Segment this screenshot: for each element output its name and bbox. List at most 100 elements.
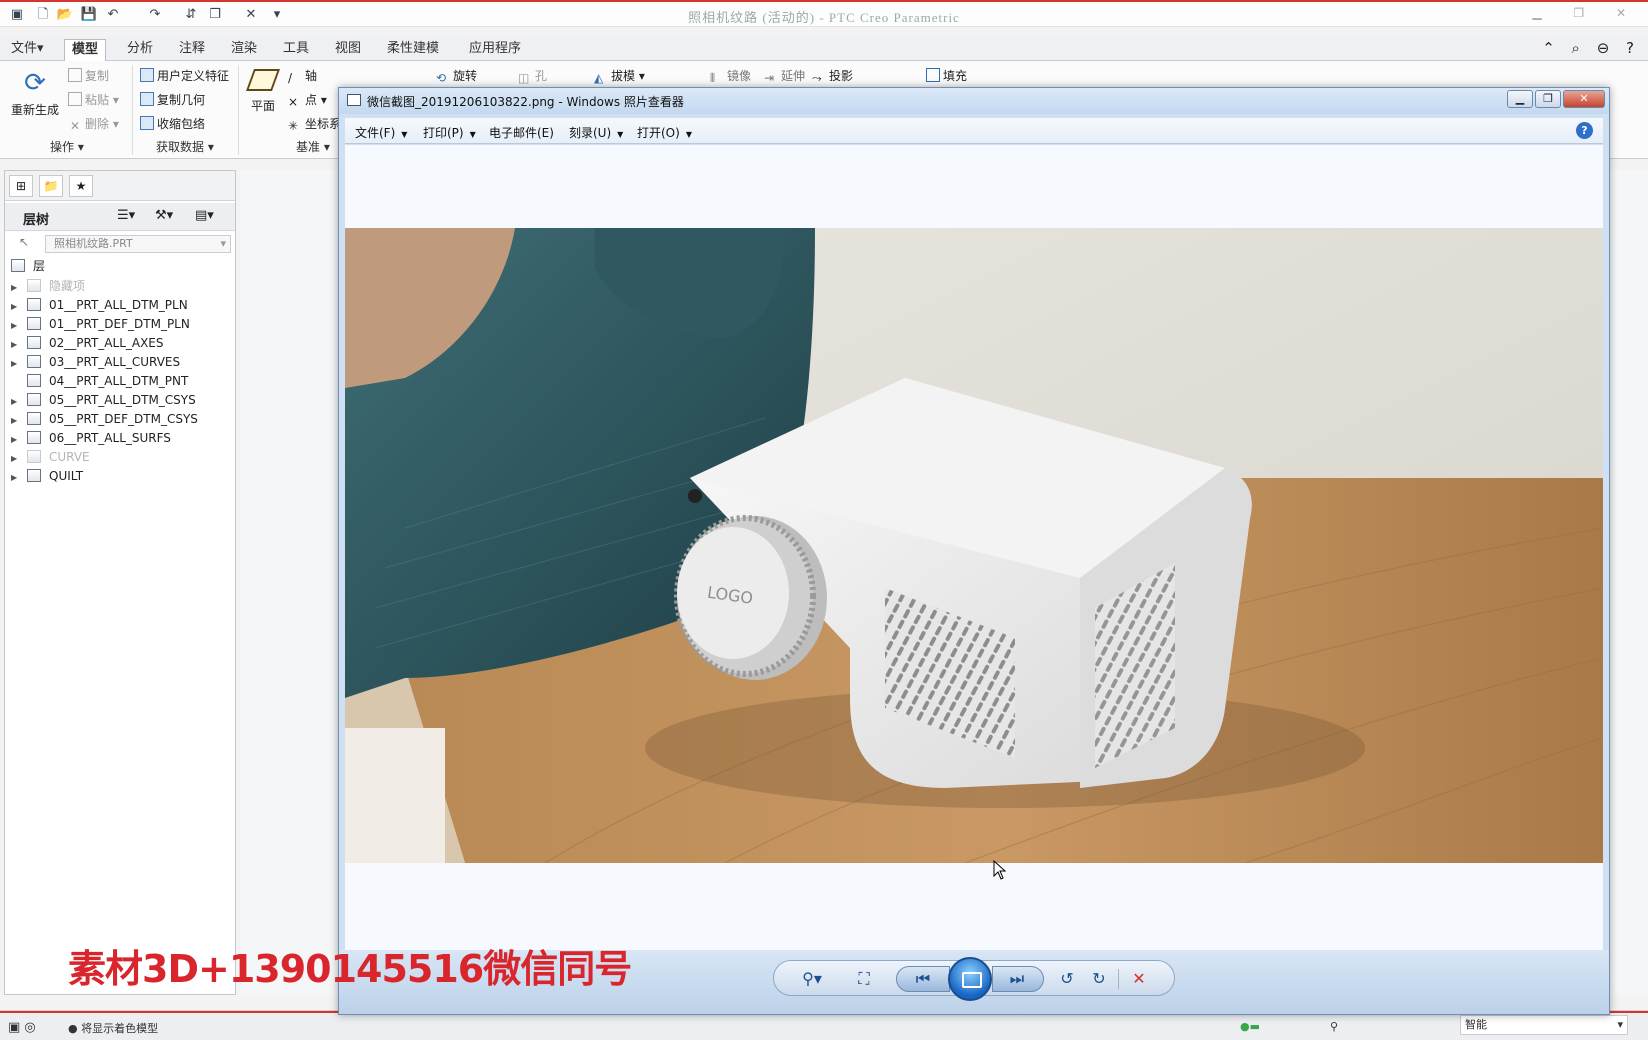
plane-button[interactable]: 平面 [245,65,281,114]
layers-icon[interactable]: ☰▾ [117,208,135,223]
layer-item[interactable]: 04__PRT_ALL_DTM_PNT [11,372,188,391]
revolve-button[interactable]: ⟲ 旋转 [436,67,477,85]
group-get-data[interactable]: 获取数据 ▾ [156,138,214,155]
expand-arrow-icon[interactable]: ▶ [11,354,23,373]
layer-item-label: CURVE [49,450,90,464]
mirror-button[interactable]: ⫴ 镜像 [710,67,751,85]
rotate-counterclockwise-icon[interactable]: ↺ [1054,967,1080,991]
expand-arrow-icon[interactable]: ▶ [11,449,23,468]
slideshow-button[interactable] [948,957,992,1001]
fill-button[interactable]: 填充 [926,67,967,84]
menu-burn[interactable]: 刻录(U) ▼ [569,124,623,141]
next-button[interactable]: ⏭ [992,966,1044,992]
minimize-button[interactable]: ▁ [1507,90,1533,108]
shrinkwrap-button[interactable]: 收缩包络 [140,115,205,132]
group-datum[interactable]: 基准 ▾ [296,138,330,155]
menu-print[interactable]: 打印(P) ▼ [423,124,476,141]
zoom-icon[interactable]: ⚲▾ [796,967,828,991]
regenerate-icon: ⟳ [24,68,46,98]
layer-item[interactable]: ▶ 03__PRT_ALL_CURVES [11,353,180,372]
tab-tools[interactable]: 工具 [276,39,316,61]
layer-item[interactable]: ▶ 01__PRT_ALL_DTM_PLN [11,296,188,315]
project-button[interactable]: ⤳ 投影 [812,67,853,85]
layer-properties-icon[interactable]: ⚒▾ [155,208,173,223]
draft-button[interactable]: ◭ 拔模 ▾ [594,67,645,85]
find-icon[interactable]: ⚲ [1330,1020,1338,1033]
point-button[interactable]: × 点 ▾ [288,91,327,109]
active-model-select[interactable]: 照相机纹路.PRT ▾ [45,235,231,253]
show-options-icon[interactable]: ▤▾ [195,208,214,223]
udf-button[interactable]: 用户定义特征 [140,67,229,84]
axis-button[interactable]: / 轴 [288,67,317,85]
project-icon: ⤳ [812,71,822,85]
layer-item[interactable]: ▶ 01__PRT_DEF_DTM_PLN [11,315,190,334]
layer-item[interactable]: ▶ 05__PRT_ALL_DTM_CSYS [11,391,196,410]
delete-icon[interactable]: ✕ [1126,967,1152,991]
layer-item[interactable]: ▶ 隐藏项 [11,277,85,296]
group-operations[interactable]: 操作 ▾ [50,138,84,155]
photo-viewer-window: 微信截图_20191206103822.png - Windows 照片查看器 … [338,87,1610,1015]
expand-arrow-icon[interactable]: ▶ [11,392,23,411]
layer-item-label: 05__PRT_ALL_DTM_CSYS [49,393,196,407]
expand-arrow-icon[interactable]: ▶ [11,297,23,316]
layer-item[interactable]: ▶ CURVE [11,448,90,467]
tab-flexible-modeling[interactable]: 柔性建模 [380,39,446,61]
chevron-down-icon: ▼ [617,130,624,139]
csys-button[interactable]: ✳ 坐标系 [288,115,341,133]
viewer-title: 微信截图_20191206103822.png - Windows 照片查看器 [367,95,684,109]
tab-file[interactable]: 文件▾ [4,39,51,61]
layer-item[interactable]: ▶ 02__PRT_ALL_AXES [11,334,164,353]
layer-item-label: 04__PRT_ALL_DTM_PNT [49,374,189,388]
expand-arrow-icon[interactable]: ▶ [11,335,23,354]
regenerate-button[interactable]: ⟳ 重新生成 [10,65,60,118]
folder-browser-tab-icon[interactable]: 📁 [39,175,63,197]
expand-arrow-icon[interactable]: ▶ [11,316,23,335]
copy-button[interactable]: 复制 [68,67,109,84]
copy-geometry-button[interactable]: 复制几何 [140,91,205,108]
app-titlebar: ▣ 🗋 📂 💾 ↶ ↷ ⇵ ❐ ✕ ▾ 照相机纹路 (活动的) - PTC Cr… [0,0,1648,27]
window-controls[interactable]: ▁ ❐ ✕ [1532,6,1640,20]
playback-controls: ⚲▾ ⛶ ⏮ ⏭ ↺ ↻ ✕ [773,957,1175,1001]
menu-email[interactable]: 电子邮件(E) [489,124,554,141]
tab-annotate[interactable]: 注释 [172,39,212,61]
layer-root[interactable]: 层 [11,257,45,276]
layer-icon [27,374,41,387]
tab-view[interactable]: 视图 [328,39,368,61]
delete-button[interactable]: ✕ 删除 ▾ [68,115,119,133]
help-icon[interactable]: ⌃ ⌕ ⊖ ? [1542,39,1640,57]
tab-model[interactable]: 模型 [64,39,107,61]
layer-item[interactable]: ▶ QUILT [11,467,83,486]
selection-filter[interactable]: 智能 ▾ [1460,1015,1628,1035]
extend-icon: ⇥ [764,71,775,85]
expand-arrow-icon[interactable]: ▶ [11,468,23,487]
expand-arrow-icon[interactable]: ▶ [11,278,23,297]
menu-file[interactable]: 文件(F) ▼ [355,124,407,141]
layer-item[interactable]: ▶ 05__PRT_DEF_DTM_CSYS [11,410,198,429]
model-tree-tab-icon[interactable]: ⊞ [9,175,33,197]
message-log-icon[interactable]: ▣ ◎ [8,1020,36,1035]
tab-applications[interactable]: 应用程序 [462,39,528,61]
previous-button[interactable]: ⏮ [896,966,950,992]
tab-analysis[interactable]: 分析 [120,39,160,61]
layer-item-label: 03__PRT_ALL_CURVES [49,355,181,369]
layer-item-label: 06__PRT_ALL_SURFS [49,431,171,445]
paste-button[interactable]: 粘贴 ▾ [68,91,119,108]
tab-render[interactable]: 渲染 [224,39,264,61]
close-button[interactable]: ✕ [1563,90,1605,108]
ribbon-tabbar: 文件▾ 模型 分析 注释 渲染 工具 视图 柔性建模 应用程序 ⌃ ⌕ ⊖ ? [0,37,1648,61]
maximize-button[interactable]: ❐ [1535,90,1561,108]
layer-item[interactable]: ▶ 06__PRT_ALL_SURFS [11,429,171,448]
help-icon[interactable]: ? [1576,122,1593,139]
chevron-down-icon: ▾ [1617,1018,1623,1031]
hole-button[interactable]: ◫ 孔 [518,67,547,85]
expand-arrow-icon[interactable]: ▶ [11,411,23,430]
navigator-tabs: ⊞ 📁 ★ [5,171,235,201]
chevron-down-icon: ▾ [220,237,226,250]
expand-arrow-icon[interactable]: ▶ [11,430,23,449]
rotate-clockwise-icon[interactable]: ↻ [1086,967,1112,991]
layer-icon [27,279,41,292]
extend-button[interactable]: ⇥ 延伸 [764,67,805,85]
menu-open[interactable]: 打开(O) ▼ [637,124,692,141]
favorites-tab-icon[interactable]: ★ [69,175,93,197]
actual-size-icon[interactable]: ⛶ [850,967,878,991]
